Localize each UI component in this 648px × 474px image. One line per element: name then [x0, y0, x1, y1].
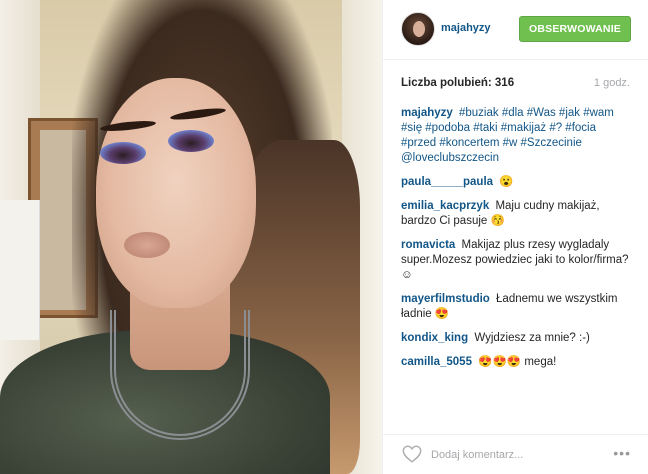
photo-eye-right: [168, 130, 214, 152]
list-item: mayerfilmstudio Ładnemu we wszystkim ład…: [401, 292, 633, 322]
list-item: kondix_king Wyjdziesz za mnie? :-): [401, 331, 633, 346]
comment-text: 😍😍😍 mega!: [478, 356, 557, 368]
list-item: emilia_kacprzyk Maju cudny makijaż, bard…: [401, 199, 633, 229]
follow-button[interactable]: OBSERWOWANIE: [519, 16, 631, 42]
post-photo[interactable]: [0, 0, 382, 474]
post-header: majahyzy OBSERWOWANIE: [383, 0, 648, 60]
comment-username[interactable]: mayerfilmstudio: [401, 293, 490, 305]
comment-username[interactable]: romavicta: [401, 239, 455, 251]
comment-username[interactable]: majahyzy: [401, 107, 453, 119]
avatar-face: [413, 21, 425, 37]
comment-username[interactable]: camilla_5055: [401, 356, 472, 368]
comment-username[interactable]: paula_____paula: [401, 176, 493, 188]
photo-lips: [124, 232, 170, 258]
avatar[interactable]: [401, 12, 435, 46]
post-time[interactable]: 1 godz.: [594, 77, 630, 89]
comment-username[interactable]: kondix_king: [401, 332, 468, 344]
list-item: romavicta Makijaz plus rzesy wygladaly s…: [401, 238, 633, 283]
heart-outline-icon[interactable]: [401, 443, 423, 465]
post-username[interactable]: majahyzy: [441, 22, 491, 34]
caption: majahyzy #buziak #dla #Was #jak #wam #si…: [401, 106, 633, 166]
comment-username[interactable]: emilia_kacprzyk: [401, 200, 489, 212]
list-item: camilla_5055 😍😍😍 mega!: [401, 355, 633, 370]
post-footer: •••: [383, 434, 648, 474]
photo-eye-left: [100, 142, 146, 164]
photo-towel: [0, 200, 40, 340]
list-item: paula_____paula 😮: [401, 175, 633, 190]
comment-text: 😮: [499, 176, 514, 188]
comments-list: majahyzy #buziak #dla #Was #jak #wam #si…: [401, 106, 633, 379]
likes-count[interactable]: Liczba polubień: 316: [401, 77, 514, 89]
comment-input[interactable]: [431, 446, 591, 464]
ellipsis-icon[interactable]: •••: [613, 445, 631, 461]
comment-text: Wyjdziesz za mnie? :-): [474, 332, 590, 344]
photo-face: [96, 78, 256, 308]
post-sidebar: majahyzy OBSERWOWANIE Liczba polubień: 3…: [382, 0, 648, 474]
